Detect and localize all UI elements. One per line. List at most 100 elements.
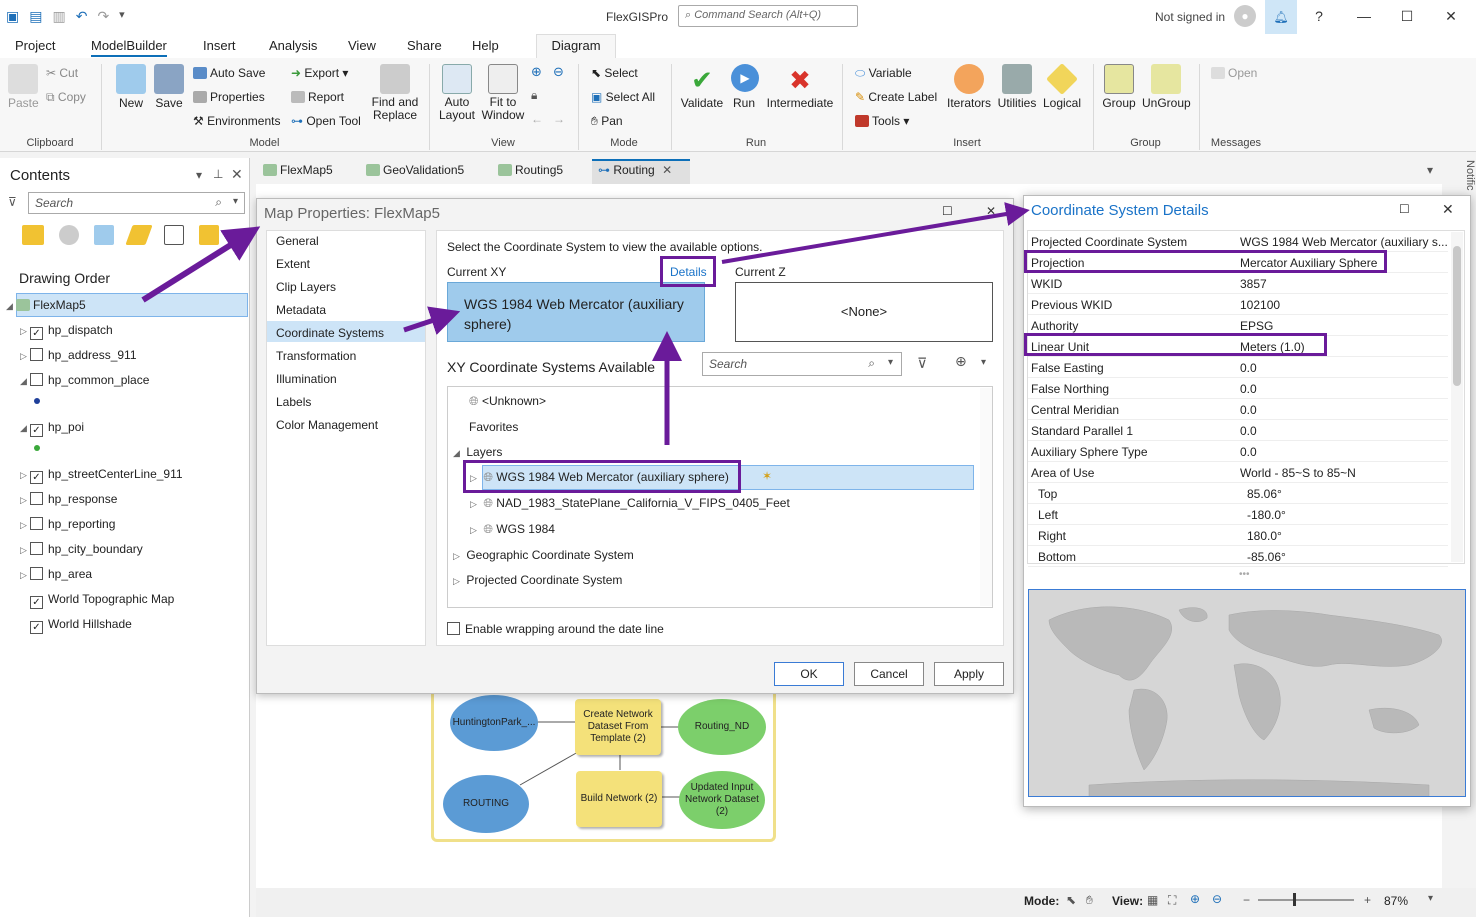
find-replace-button[interactable]: Find and Replace <box>371 64 419 122</box>
undo-icon[interactable]: ↶ <box>76 8 88 25</box>
dialog-maximize-icon[interactable]: ☐ <box>942 204 953 218</box>
next-extent-icon[interactable]: → <box>553 112 565 126</box>
group-button[interactable]: Group <box>1101 64 1137 110</box>
layer-checkbox[interactable] <box>30 567 43 580</box>
zoom-decrease-icon[interactable]: − <box>1243 893 1250 907</box>
expand-icon[interactable]: ▷ <box>20 545 30 556</box>
layer-checkbox[interactable]: ✓ <box>30 596 43 609</box>
node-routing[interactable]: ROUTING <box>443 775 529 833</box>
ok-button[interactable]: OK <box>774 662 844 686</box>
filter-icon[interactable]: ⊽ <box>8 195 17 209</box>
nav-item[interactable]: General <box>276 234 319 248</box>
zoom-level[interactable]: 87% <box>1384 894 1408 908</box>
iterators-button[interactable]: Iterators <box>947 64 991 110</box>
close-pane-icon[interactable]: ✕ <box>231 166 243 183</box>
collapse-icon[interactable]: ◢ <box>453 448 463 459</box>
layer-checkbox[interactable] <box>30 492 43 505</box>
zoom-out-status-icon[interactable]: ⊖ <box>1212 892 1222 906</box>
zoom-slider[interactable] <box>1258 899 1354 901</box>
nav-item[interactable]: Color Management <box>276 418 378 432</box>
splitter-grip[interactable]: ••• <box>1239 569 1250 580</box>
checkbox[interactable] <box>447 622 460 635</box>
collapse-icon[interactable]: ◢ <box>20 423 30 434</box>
export-button[interactable]: ➜ Export ▾ <box>291 66 348 80</box>
favorite-star-icon[interactable]: ✶ <box>762 469 772 483</box>
tab-diagram[interactable]: Diagram <box>536 34 616 58</box>
new-model-button[interactable]: New <box>114 64 148 110</box>
environments-button[interactable]: ⚒ Environments <box>193 114 280 128</box>
labeling-icon[interactable] <box>199 225 219 245</box>
variable-button[interactable]: ⬭ Variable <box>855 66 912 81</box>
expand-icon[interactable]: ▷ <box>470 499 480 510</box>
layer-item[interactable]: ▷ hp_address_911 <box>20 348 137 362</box>
minimize-icon[interactable]: — <box>1356 8 1372 24</box>
layer-checkbox[interactable] <box>30 373 43 386</box>
nav-item[interactable]: Illumination <box>276 372 337 386</box>
tree-scrollbar[interactable] <box>980 388 992 606</box>
open-tool-button[interactable]: ⊶ Open Tool <box>291 114 361 128</box>
previous-extent-icon[interactable]: ← <box>531 112 543 126</box>
create-label-button[interactable]: ✎ Create Label <box>855 90 937 104</box>
expand-icon[interactable]: ▷ <box>20 495 30 506</box>
redo-icon[interactable]: ↷ <box>97 8 109 25</box>
zoom-increase-icon[interactable]: + <box>1364 893 1371 907</box>
csd-scroll-thumb[interactable] <box>1453 246 1461 386</box>
data-source-icon[interactable] <box>59 225 79 245</box>
tree-item-projected[interactable]: ▷ Projected Coordinate System <box>453 573 622 587</box>
contents-menu-icon[interactable]: ▾ <box>196 168 202 182</box>
expand-icon[interactable]: ▷ <box>20 351 30 362</box>
layer-checkbox[interactable] <box>30 517 43 530</box>
apply-button[interactable]: Apply <box>934 662 1004 686</box>
auto-save-button[interactable]: Auto Save <box>193 66 265 80</box>
tab-list-icon[interactable]: ▾ <box>1427 163 1433 177</box>
layer-item[interactable]: ◢ hp_common_place <box>20 373 149 387</box>
layer-checkbox[interactable] <box>30 348 43 361</box>
tab-project[interactable]: Project <box>15 38 55 53</box>
doc-tab-routing5[interactable]: Routing5 <box>498 163 563 177</box>
pin-icon[interactable]: ⊥ <box>213 167 223 181</box>
lock-icon[interactable]: 🔒︎ <box>531 88 537 103</box>
nav-item[interactable]: Labels <box>276 395 311 409</box>
collapse-icon[interactable]: ◢ <box>6 301 16 312</box>
editing-icon[interactable] <box>125 225 153 245</box>
doc-tab-geovalidation5[interactable]: GeoValidation5 <box>366 163 464 177</box>
layer-item[interactable]: ▷ hp_response <box>20 492 117 506</box>
notification-icon[interactable]: 🔔︎ <box>1265 0 1297 34</box>
layer-item[interactable]: ▷ hp_area <box>20 567 92 581</box>
layer-checkbox[interactable]: ✓ <box>30 327 43 340</box>
pan-button[interactable]: ✋︎ Pan <box>591 114 623 129</box>
layer-item[interactable]: ▷ hp_reporting <box>20 517 115 531</box>
help-icon[interactable]: ? <box>1311 8 1327 24</box>
dialog-close-icon[interactable]: ✕ <box>986 204 996 218</box>
csd-maximize-icon[interactable]: ☐ <box>1399 202 1410 216</box>
notifications-side-tab[interactable]: Notific <box>1450 160 1476 200</box>
fit-to-window-button[interactable]: Fit to Window <box>480 64 526 122</box>
tree-item-nad83[interactable]: ▷ 🌐︎ NAD_1983_StatePlane_California_V_FI… <box>470 496 790 511</box>
cancel-button[interactable]: Cancel <box>854 662 924 686</box>
avatar-icon[interactable]: ● <box>1234 5 1256 27</box>
zoom-dropdown-icon[interactable]: ▾ <box>1428 893 1433 904</box>
close-icon[interactable]: ✕ <box>1443 8 1459 25</box>
layer-item[interactable]: ▷ ✓ hp_streetCenterLine_911 <box>20 467 183 484</box>
zoom-out-icon[interactable]: ⊖ <box>553 64 564 80</box>
layer-item[interactable]: ▷ hp_city_boundary <box>20 542 143 556</box>
auto-layout-button[interactable]: Auto Layout <box>437 64 477 122</box>
nav-item[interactable]: Metadata <box>276 303 326 317</box>
layer-item[interactable]: ✓ World Hillshade <box>20 617 132 634</box>
tab-insert[interactable]: Insert <box>203 38 236 53</box>
close-tab-icon[interactable]: ✕ <box>662 163 672 177</box>
add-cs-icon[interactable]: ⊕ <box>955 353 967 370</box>
tree-item-unknown[interactable]: 🌐︎ <Unknown> <box>469 394 546 409</box>
drawing-order-icon[interactable] <box>22 225 44 245</box>
properties-button[interactable]: Properties <box>193 90 265 104</box>
copy-button[interactable]: ⧉ Copy <box>46 90 86 105</box>
fit-window-status-icon[interactable]: ⛶ <box>1168 893 1176 908</box>
nav-item[interactable]: Extent <box>276 257 310 271</box>
tree-item-layers[interactable]: ◢ Layers <box>453 445 502 459</box>
node-huntingtonpark[interactable]: HuntingtonPark_... <box>450 695 538 751</box>
report-button[interactable]: Report <box>291 90 344 104</box>
cs-search-input[interactable]: Search ⌕ ▾ <box>702 352 902 376</box>
tree-item-wgs84[interactable]: ▷ 🌐︎ WGS 1984 <box>470 522 555 537</box>
current-xy-box[interactable]: WGS 1984 Web Mercator (auxiliary sphere) <box>447 282 705 342</box>
collapse-icon[interactable]: ◢ <box>20 376 30 387</box>
